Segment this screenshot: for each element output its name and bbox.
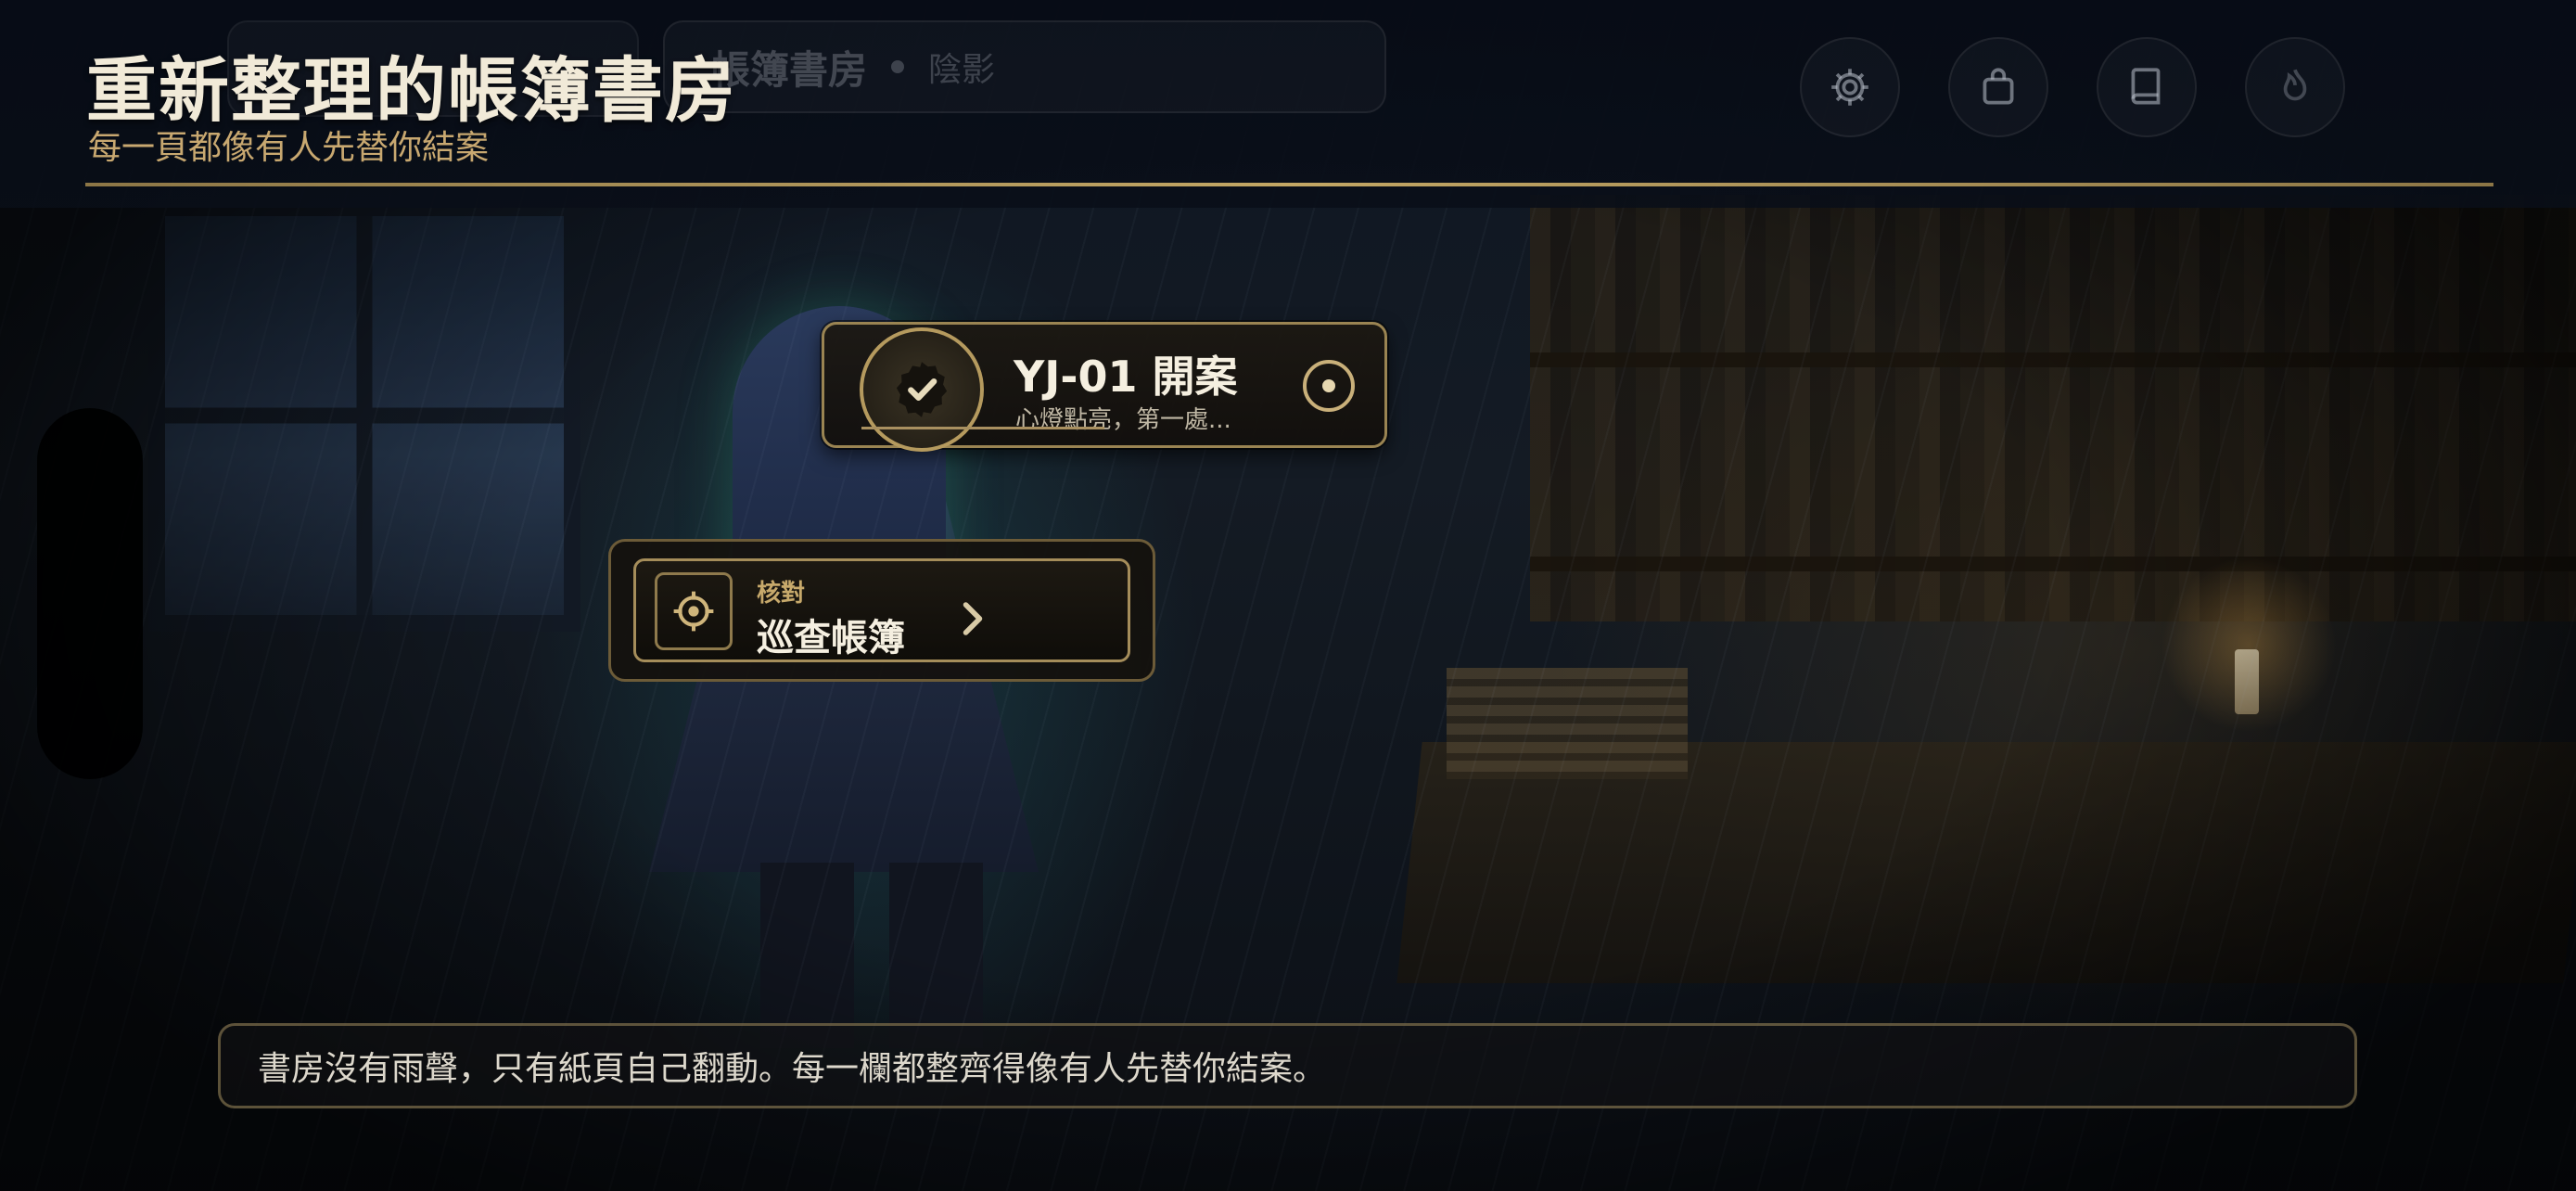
narration-text: 書房沒有雨聲，只有紙頁自己翻動。每一欄都整齊得像有人先替你結案。 — [258, 1050, 1327, 1088]
candle-glow — [2161, 557, 2337, 733]
gear-icon — [1831, 69, 1868, 106]
bookshelves — [1530, 195, 2576, 621]
chevron-right-icon — [959, 600, 987, 647]
location-weather: 陰影 — [928, 51, 996, 89]
shelf-board — [1530, 557, 2576, 571]
ledger-desk — [1396, 742, 2576, 983]
action-kicker: 核對 — [757, 580, 806, 608]
objective-progress-line — [861, 427, 1104, 429]
book-stack — [1447, 668, 1688, 779]
page-subtitle: 每一頁都像有人先替你結案 — [88, 129, 490, 167]
hooded-figure-legs — [760, 863, 983, 1048]
target-dot — [1322, 379, 1335, 392]
rainy-window — [148, 199, 580, 632]
top-bar: 帳簿書房 陰影 重新整理的帳簿書房 每一頁都像有人先替你結案 — [0, 0, 2576, 208]
location-pill: 帳簿書房 陰影 — [663, 20, 1386, 113]
action-label: 巡查帳簿 — [757, 617, 905, 660]
action-icon-frame — [655, 572, 733, 650]
inventory-button[interactable] — [1948, 37, 2048, 137]
action-card[interactable]: 核對 巡查帳簿 — [608, 539, 1155, 682]
flame-button[interactable] — [2245, 37, 2345, 137]
separator-dot — [891, 60, 905, 73]
game-scene: 帳簿書房 陰影 重新整理的帳簿書房 每一頁都像有人先替你結案 YJ-01 開案 … — [0, 0, 2576, 1191]
target-icon[interactable] — [1303, 360, 1355, 412]
side-drawer-handle[interactable] — [37, 408, 143, 779]
settings-button[interactable] — [1800, 37, 1900, 137]
journal-button[interactable] — [2097, 37, 2197, 137]
check-badge-icon — [896, 362, 948, 417]
inspect-ledger-button[interactable]: 核對 巡查帳簿 — [633, 558, 1130, 662]
bag-icon — [1983, 68, 2014, 105]
shelf-board — [1530, 352, 2576, 367]
candle — [2235, 649, 2259, 714]
objective-card[interactable]: YJ-01 開案 心燈點亮，第一處... — [822, 322, 1387, 452]
crosshair-icon — [673, 591, 714, 632]
flame-icon — [2283, 69, 2307, 101]
header-divider — [85, 183, 2493, 186]
objective-title: YJ-01 開案 — [1014, 352, 1238, 402]
objective-description: 心燈點亮，第一處... — [1015, 406, 1231, 434]
objective-badge — [860, 327, 984, 452]
narration-bar[interactable]: 書房沒有雨聲，只有紙頁自己翻動。每一欄都整齊得像有人先替你結案。 — [218, 1023, 2357, 1108]
book-icon — [2131, 68, 2161, 105]
